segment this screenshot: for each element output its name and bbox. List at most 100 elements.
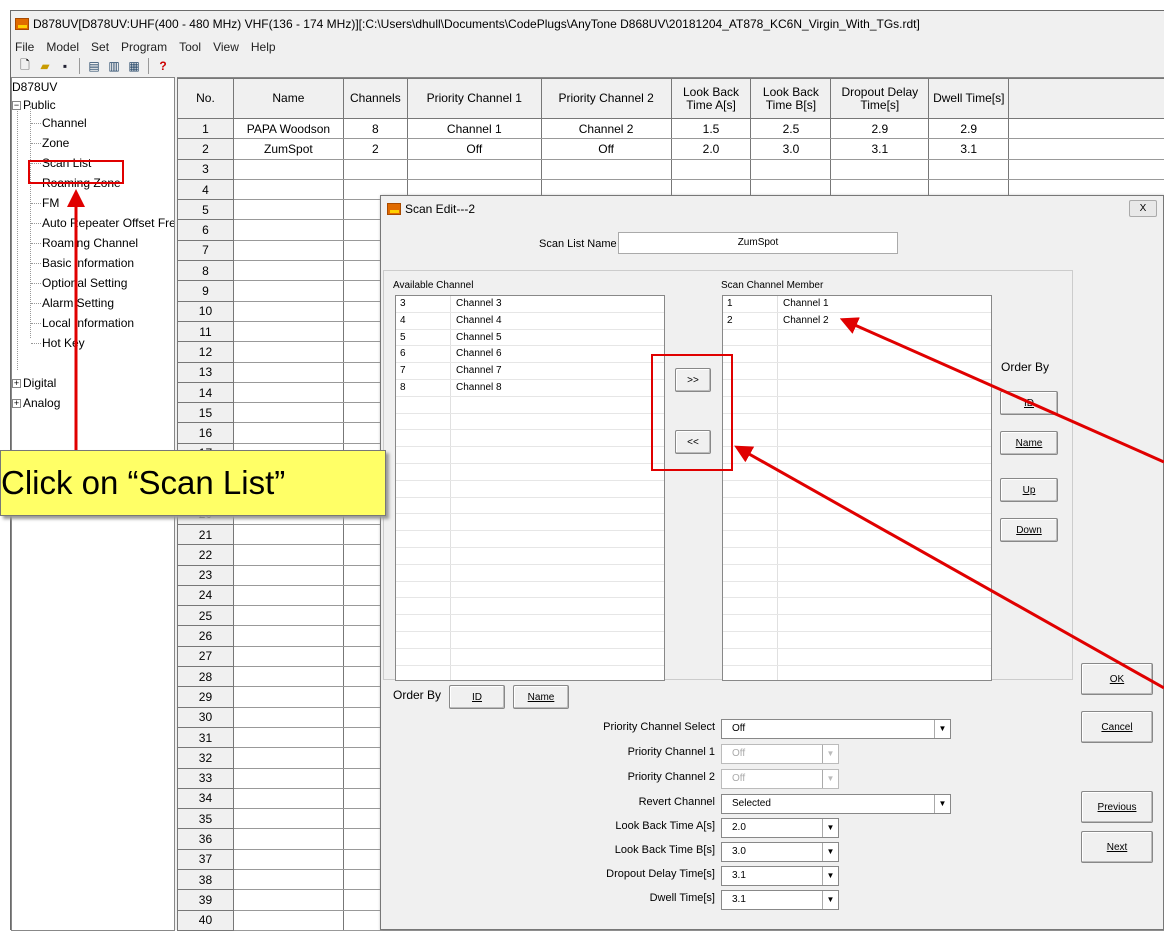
table-cell[interactable]: 4 <box>178 179 234 199</box>
available-order-name-button[interactable]: Name <box>513 685 569 709</box>
column-header[interactable]: Dwell Time[s] <box>929 79 1009 119</box>
table-cell[interactable]: 3.1 <box>831 139 929 159</box>
available-order-id-button[interactable]: ID <box>449 685 505 709</box>
table-cell[interactable]: 2 <box>343 139 407 159</box>
tree-root[interactable]: D878UV <box>12 78 57 96</box>
table-cell[interactable] <box>1009 159 1164 179</box>
list-item[interactable] <box>396 615 664 632</box>
list-item[interactable] <box>723 615 991 632</box>
table-cell[interactable]: 30 <box>178 707 234 727</box>
list-item[interactable] <box>723 346 991 363</box>
table-cell[interactable]: 38 <box>178 869 234 889</box>
list-item[interactable]: 2Channel 2 <box>723 313 991 330</box>
table-cell[interactable]: 36 <box>178 829 234 849</box>
list-item[interactable] <box>723 582 991 599</box>
list-item[interactable] <box>723 481 991 498</box>
table-cell[interactable]: 23 <box>178 565 234 585</box>
table-cell[interactable] <box>831 159 929 179</box>
list-item[interactable] <box>396 464 664 481</box>
table-cell[interactable] <box>233 545 343 565</box>
table-cell[interactable] <box>233 179 343 199</box>
table-cell[interactable] <box>233 220 343 240</box>
table-cell[interactable]: 14 <box>178 382 234 402</box>
field-select-look-back-time-a-s[interactable]: 2.0▼ <box>721 818 839 838</box>
table-cell[interactable]: 25 <box>178 606 234 626</box>
table-cell[interactable] <box>233 261 343 281</box>
table-cell[interactable] <box>233 829 343 849</box>
chevron-down-icon[interactable]: ▼ <box>934 720 950 738</box>
table-cell[interactable]: 40 <box>178 910 234 930</box>
list-item[interactable] <box>723 447 991 464</box>
chevron-down-icon[interactable]: ▼ <box>822 819 838 837</box>
list-item[interactable] <box>396 666 664 681</box>
table-cell[interactable] <box>1009 139 1164 159</box>
tree-public[interactable]: −Public <box>12 96 56 114</box>
table-cell[interactable] <box>1009 119 1164 139</box>
scan-channel-member-list[interactable]: 1Channel 12Channel 2 <box>722 295 992 681</box>
table-cell[interactable] <box>233 646 343 666</box>
list-item[interactable] <box>723 632 991 649</box>
tree-item-fm[interactable]: FM <box>42 194 59 212</box>
chevron-down-icon[interactable]: ▼ <box>822 745 838 763</box>
list-item[interactable] <box>723 565 991 582</box>
table-cell[interactable] <box>233 423 343 443</box>
table-cell[interactable]: 12 <box>178 342 234 362</box>
previous-button[interactable]: Previous <box>1081 791 1153 823</box>
member-order-name-button[interactable]: Name <box>1000 431 1058 455</box>
menu-set[interactable]: Set <box>91 40 109 54</box>
table-cell[interactable] <box>751 159 831 179</box>
table-cell[interactable]: 5 <box>178 200 234 220</box>
field-select-priority-channel-1[interactable]: Off▼ <box>721 744 839 764</box>
tree-item-alarm-setting[interactable]: Alarm Setting <box>42 294 114 312</box>
cancel-button[interactable]: Cancel <box>1081 711 1153 743</box>
table-cell[interactable] <box>233 606 343 626</box>
field-select-priority-channel-select[interactable]: Off▼ <box>721 719 951 739</box>
list-item[interactable] <box>723 666 991 681</box>
table-cell[interactable] <box>233 788 343 808</box>
table-cell[interactable]: 3.0 <box>751 139 831 159</box>
tree-item-basic-information[interactable]: Basic information <box>42 254 134 272</box>
table-cell[interactable]: 8 <box>343 119 407 139</box>
table-cell[interactable]: 7 <box>178 240 234 260</box>
table-cell[interactable] <box>233 727 343 747</box>
table-cell[interactable] <box>343 159 407 179</box>
table-cell[interactable] <box>233 524 343 544</box>
field-select-revert-channel[interactable]: Selected▼ <box>721 794 951 814</box>
list-item[interactable] <box>723 414 991 431</box>
column-header[interactable]: Priority Channel 1 <box>407 79 541 119</box>
table-cell[interactable] <box>233 667 343 687</box>
table-cell[interactable] <box>233 910 343 930</box>
tree-item-local-information[interactable]: Local Information <box>42 314 134 332</box>
table-cell[interactable]: 32 <box>178 748 234 768</box>
list-item[interactable]: 5Channel 5 <box>396 330 664 347</box>
table-cell[interactable]: 1 <box>178 119 234 139</box>
list-item[interactable] <box>396 531 664 548</box>
expand-icon[interactable]: + <box>12 379 21 388</box>
table-cell[interactable] <box>233 159 343 179</box>
table-row[interactable]: 2ZumSpot2OffOff2.03.03.13.1 <box>178 139 1164 159</box>
table-cell[interactable] <box>671 159 751 179</box>
table-cell[interactable]: 13 <box>178 362 234 382</box>
table-cell[interactable]: 37 <box>178 849 234 869</box>
table-cell[interactable]: 2.5 <box>751 119 831 139</box>
table-cell[interactable] <box>233 565 343 585</box>
expand-icon[interactable]: + <box>12 399 21 408</box>
column-header[interactable]: Look Back Time B[s] <box>751 79 831 119</box>
tree-item-zone[interactable]: Zone <box>42 134 69 152</box>
table-cell[interactable]: 2.9 <box>831 119 929 139</box>
table-cell[interactable] <box>233 849 343 869</box>
table-cell[interactable]: 2.0 <box>671 139 751 159</box>
list-item[interactable]: 8Channel 8 <box>396 380 664 397</box>
table-cell[interactable]: Off <box>407 139 541 159</box>
chevron-down-icon[interactable]: ▼ <box>822 891 838 909</box>
table-cell[interactable]: 2 <box>178 139 234 159</box>
close-button[interactable]: X <box>1129 200 1157 217</box>
field-select-look-back-time-b-s[interactable]: 3.0▼ <box>721 842 839 862</box>
table-cell[interactable]: 9 <box>178 281 234 301</box>
column-header[interactable]: No. <box>178 79 234 119</box>
table-cell[interactable]: 21 <box>178 524 234 544</box>
table-cell[interactable] <box>233 585 343 605</box>
table-cell[interactable] <box>233 890 343 910</box>
table-cell[interactable]: 6 <box>178 220 234 240</box>
field-select-dwell-time-s[interactable]: 3.1▼ <box>721 890 839 910</box>
